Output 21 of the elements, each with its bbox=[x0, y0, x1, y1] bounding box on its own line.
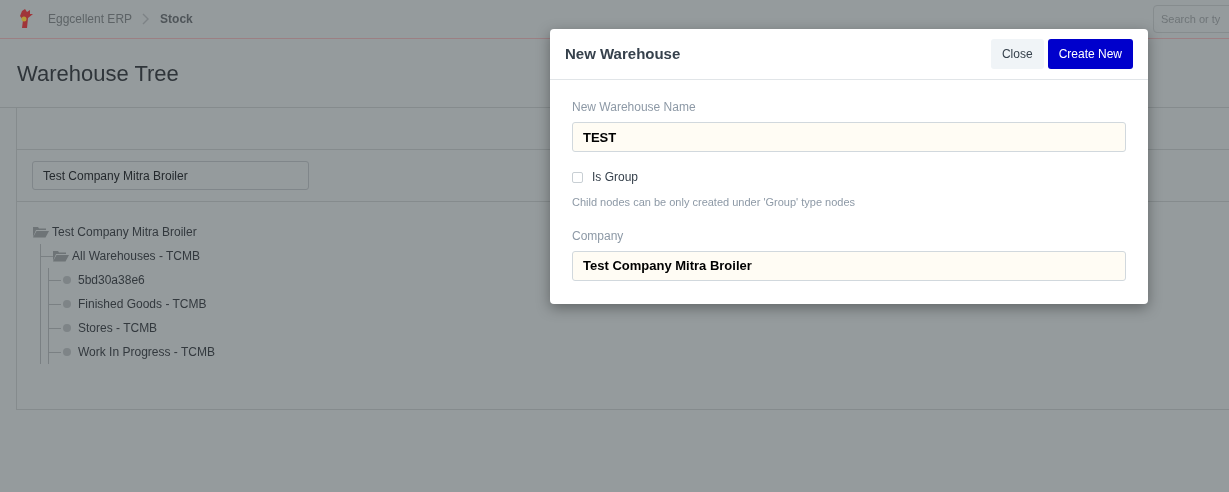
tree-node[interactable]: Test Company Mitra Broiler bbox=[52, 223, 197, 241]
chevron-icon bbox=[142, 13, 151, 25]
tree-node[interactable]: 5bd30a38e6 bbox=[78, 271, 145, 289]
create-button[interactable]: Create New bbox=[1047, 39, 1133, 69]
is-group-checkbox[interactable] bbox=[572, 171, 583, 183]
breadcrumb-current[interactable]: Stock bbox=[160, 10, 193, 28]
warehouse-name-field[interactable]: TEST bbox=[572, 122, 1126, 152]
folder-icon bbox=[33, 226, 49, 238]
company-filter-field[interactable]: Test Company Mitra Broiler bbox=[32, 161, 309, 190]
checkbox-label: Is Group bbox=[592, 169, 639, 186]
field-label: Company bbox=[572, 227, 625, 245]
tree-node[interactable]: All Warehouses - TCMB bbox=[72, 247, 201, 265]
close-button[interactable]: Close bbox=[990, 39, 1044, 69]
tree-node[interactable]: Work In Progress - TCMB bbox=[78, 343, 215, 361]
tree-node[interactable]: Stores - TCMB bbox=[78, 319, 158, 337]
folder-icon bbox=[53, 250, 69, 262]
help-text: Child nodes can be only created under 'Group' type nodes bbox=[572, 195, 857, 210]
company-field[interactable]: Test Company Mitra Broiler bbox=[572, 250, 1126, 281]
tree-node[interactable]: Finished Goods - TCMB bbox=[78, 295, 207, 313]
breadcrumb-link[interactable]: Eggcellent ERP bbox=[48, 10, 133, 28]
dialog-title: New Warehouse bbox=[565, 45, 681, 63]
